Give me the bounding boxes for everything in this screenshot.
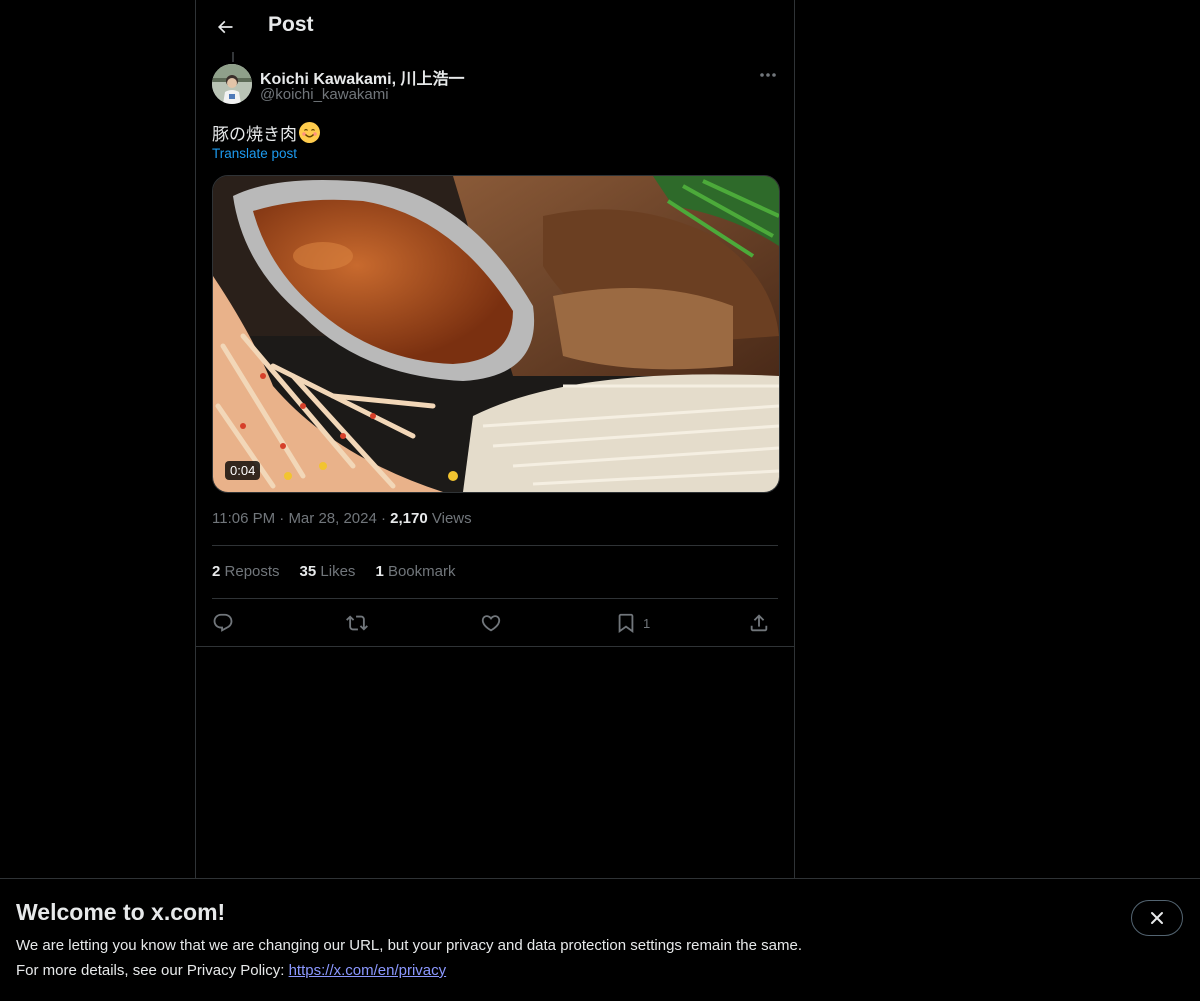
banner-message: We are letting you know that we are chan… xyxy=(16,937,802,954)
reply-icon xyxy=(213,613,233,632)
heart-icon xyxy=(481,615,501,632)
share-button[interactable] xyxy=(748,606,770,640)
divider xyxy=(212,598,778,599)
more-icon xyxy=(760,73,776,77)
post-meta: 11:06 PM · Mar 28, 2024 · 2,170 Views xyxy=(212,510,472,527)
bookmark-count: 1 xyxy=(643,615,651,631)
post-date[interactable]: Mar 28, 2024 xyxy=(288,510,376,527)
author-handle[interactable]: @koichi_kawakami xyxy=(260,86,389,103)
post-text: 豚の焼き肉 xyxy=(212,125,297,144)
meta-separator: · xyxy=(381,510,386,527)
reposts-label: Reposts xyxy=(224,563,280,580)
arrow-left-icon xyxy=(217,20,233,34)
video-duration: 0:04 xyxy=(225,461,261,480)
views-label: Views xyxy=(431,510,472,527)
views-count: 2,170 xyxy=(390,510,428,527)
avatar[interactable] xyxy=(212,64,252,104)
bookmarks-stat[interactable]: 1 Bookmark xyxy=(375,563,455,580)
repost-icon xyxy=(346,615,368,631)
bookmark-icon xyxy=(618,613,634,634)
page-header: Post xyxy=(196,0,794,54)
video-player[interactable]: 0:04 xyxy=(212,175,780,493)
close-banner-button[interactable] xyxy=(1131,900,1183,936)
reply-button[interactable] xyxy=(212,606,234,640)
likes-stat[interactable]: 35 Likes xyxy=(300,563,356,580)
meta-separator: · xyxy=(279,510,285,527)
more-options-button[interactable] xyxy=(752,64,784,86)
banner-privacy-line: For more details, see our Privacy Policy… xyxy=(16,962,446,979)
url-change-banner: Welcome to x.com! We are letting you kno… xyxy=(0,878,1200,1001)
like-button[interactable] xyxy=(480,606,502,640)
repost-button[interactable] xyxy=(346,606,368,640)
post-stats: 2 Reposts 35 Likes 1 Bookmark xyxy=(212,563,455,580)
banner-privacy-prefix: For more details, see our Privacy Policy… xyxy=(16,962,289,979)
post-text-container: 豚の焼き肉 xyxy=(212,120,320,145)
divider xyxy=(212,545,778,546)
likes-count: 35 xyxy=(299,563,317,580)
likes-label: Likes xyxy=(320,563,356,580)
close-icon xyxy=(1151,912,1163,924)
bookmarks-label: Bookmark xyxy=(387,563,456,580)
action-bar: 1 xyxy=(212,606,778,640)
avatar-image xyxy=(212,64,252,104)
thread-connector xyxy=(232,52,234,62)
divider xyxy=(196,646,794,647)
translate-post-link[interactable]: Translate post xyxy=(212,146,297,161)
smiling-face-emoji-icon xyxy=(299,122,320,143)
video-thumbnail-icon xyxy=(213,176,779,492)
back-button[interactable] xyxy=(208,10,242,44)
share-icon xyxy=(750,614,768,632)
bookmarks-count: 1 xyxy=(375,563,384,580)
post-time[interactable]: 11:06 PM xyxy=(212,510,275,527)
reposts-count: 2 xyxy=(212,563,221,580)
page-title: Post xyxy=(268,13,314,36)
primary-column: Post Koichi Kawakami, 川上浩一 @koichi_kawak… xyxy=(195,0,795,1000)
privacy-policy-link[interactable]: https://x.com/en/privacy xyxy=(289,962,447,979)
banner-title: Welcome to x.com! xyxy=(16,899,226,925)
bookmark-button[interactable]: 1 xyxy=(615,606,650,640)
reposts-stat[interactable]: 2 Reposts xyxy=(212,563,280,580)
